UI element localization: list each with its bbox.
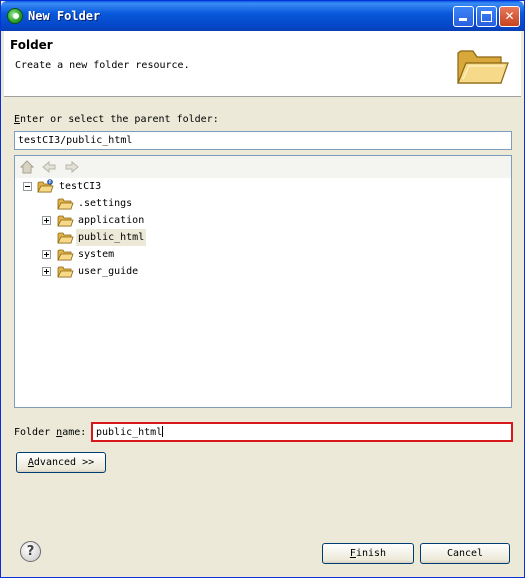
forward-arrow-icon[interactable] <box>65 160 79 174</box>
collapse-toggle-icon[interactable] <box>23 182 32 191</box>
advanced-button[interactable]: Advanced >> <box>16 452 106 473</box>
cancel-button[interactable]: Cancel <box>420 543 510 564</box>
tree-item-label: .settings <box>78 198 133 209</box>
folder-name-value: public_html <box>96 427 163 438</box>
folder-icon <box>57 266 74 278</box>
folder-name-input[interactable]: public_html <box>91 422 513 442</box>
minimize-icon <box>459 18 467 21</box>
maximize-icon <box>481 11 492 22</box>
project-folder-icon: P <box>37 179 54 193</box>
folder-name-label: Folder name: <box>14 427 87 438</box>
home-icon[interactable] <box>20 160 34 174</box>
tree-item-system[interactable]: system <box>15 246 511 263</box>
banner-title: Folder <box>10 38 53 52</box>
banner-description: Create a new folder resource. <box>15 60 190 71</box>
folder-icon <box>57 232 74 244</box>
tree-item-label: public_html <box>76 229 147 246</box>
parent-folder-input[interactable]: testCI3/public_html <box>14 131 512 150</box>
text-caret <box>162 426 164 437</box>
expand-toggle-icon[interactable] <box>42 250 51 259</box>
wizard-banner: Folder Create a new folder resource. <box>4 31 521 97</box>
tree-item-user-guide[interactable]: user_guide <box>15 263 511 280</box>
tree-item-public-html[interactable]: public_html <box>15 229 511 246</box>
tree-item-label: application <box>78 215 145 226</box>
new-folder-dialog: New Folder ✕ Folder Create a new folder … <box>0 0 525 578</box>
help-icon[interactable]: ? <box>20 541 41 562</box>
tree-item-label: testCI3 <box>59 181 102 192</box>
tree-item-application[interactable]: application <box>15 212 511 229</box>
folder-open-icon <box>457 50 509 84</box>
minimize-button[interactable] <box>453 6 474 27</box>
maximize-button[interactable] <box>476 6 497 27</box>
tree-item-root[interactable]: P testCI3 <box>15 178 511 195</box>
close-button[interactable]: ✕ <box>499 6 520 27</box>
back-arrow-icon[interactable] <box>42 160 56 174</box>
tree-toolbar <box>15 156 511 178</box>
tree-item-settings[interactable]: .settings <box>15 195 511 212</box>
close-icon: ✕ <box>504 9 515 23</box>
folder-icon <box>57 249 74 261</box>
expand-toggle-icon[interactable] <box>42 216 51 225</box>
eclipse-app-icon <box>7 8 23 24</box>
title-bar[interactable]: New Folder ✕ <box>1 1 524 31</box>
finish-button[interactable]: Finish <box>322 543 414 564</box>
folder-icon <box>57 215 74 227</box>
tree-item-label: system <box>78 249 115 260</box>
parent-folder-label: Enter or select the parent folder: <box>14 114 219 125</box>
expand-toggle-icon[interactable] <box>42 267 51 276</box>
window-title: New Folder <box>28 9 101 23</box>
folder-tree[interactable]: P testCI3 .settings application public_h… <box>14 155 512 408</box>
tree-item-label: user_guide <box>78 266 139 277</box>
folder-icon <box>57 198 74 210</box>
